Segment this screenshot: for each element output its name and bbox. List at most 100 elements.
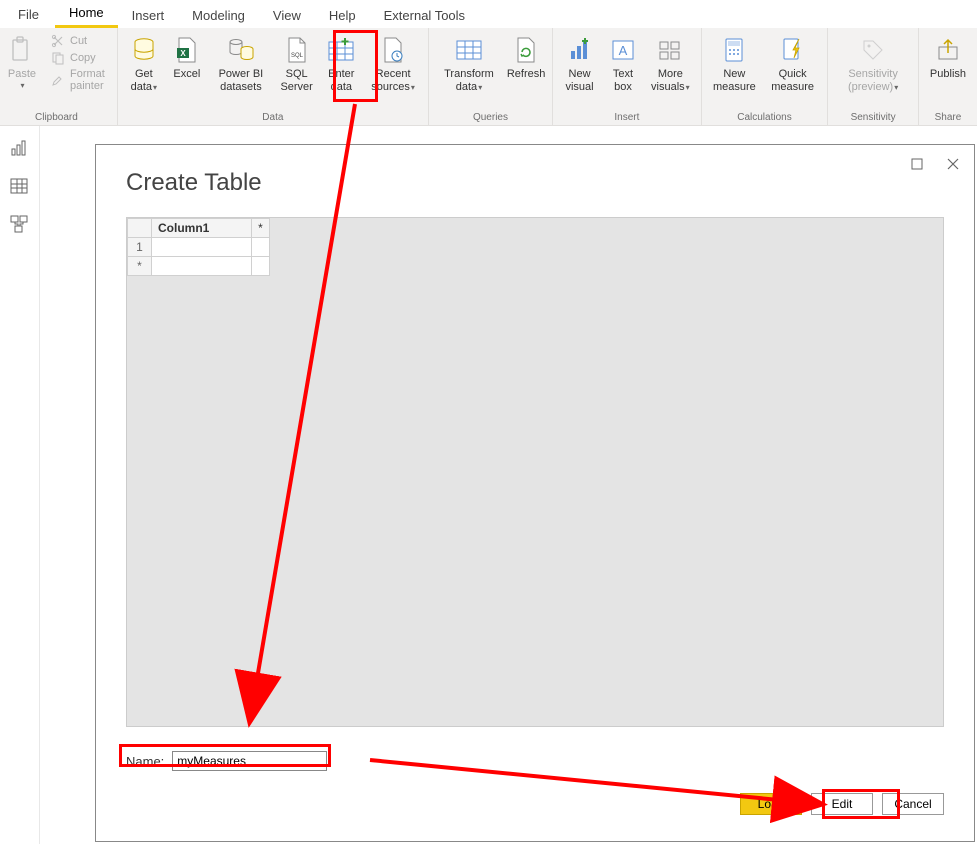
- group-share: Publish Share: [919, 28, 977, 125]
- format-painter-button[interactable]: Format painter: [47, 67, 109, 93]
- table-name-input[interactable]: [172, 751, 327, 771]
- group-label-share: Share: [935, 112, 962, 123]
- copy-label: Copy: [70, 52, 96, 64]
- ribbon-tabs: File Home Insert Modeling View Help Exte…: [0, 0, 977, 28]
- calculator-icon: [718, 34, 750, 66]
- quick-measure-button[interactable]: Quick measure: [764, 30, 821, 93]
- close-button[interactable]: [940, 153, 966, 175]
- group-label-queries: Queries: [473, 112, 508, 123]
- quick-measure-label: Quick measure: [769, 68, 816, 93]
- publish-label: Publish: [930, 68, 966, 81]
- add-row-cell[interactable]: *: [128, 257, 152, 276]
- edit-button[interactable]: Edit: [811, 793, 873, 815]
- format-painter-label: Format painter: [70, 68, 105, 92]
- refresh-icon: [510, 34, 542, 66]
- svg-text:X: X: [180, 49, 186, 58]
- excel-icon: X: [171, 34, 203, 66]
- more-visuals-button[interactable]: More visuals ▾: [646, 30, 695, 93]
- enter-data-button[interactable]: Enter data: [321, 30, 361, 93]
- more-visuals-icon: [654, 34, 686, 66]
- sql-label: SQL Server: [280, 68, 313, 93]
- powerbi-datasets-label: Power BI datasets: [215, 68, 267, 93]
- dataset-icon: [225, 34, 257, 66]
- chevron-down-icon: ▾: [478, 83, 482, 92]
- chart-icon: [564, 34, 596, 66]
- cell-star-1[interactable]: [152, 257, 252, 276]
- excel-label: Excel: [173, 68, 200, 81]
- group-calculations: New measure Quick measure Calculations: [702, 28, 829, 125]
- new-measure-button[interactable]: New measure: [708, 30, 761, 93]
- paste-label: Paste: [8, 68, 36, 81]
- sql-server-button[interactable]: SQL SQL Server: [275, 30, 318, 93]
- cell-star-star[interactable]: [252, 257, 270, 276]
- svg-text:A: A: [619, 43, 628, 58]
- get-data-label: Get data: [131, 68, 153, 93]
- dialog-title: Create Table: [126, 169, 262, 197]
- group-sensitivity: Sensitivity (preview) ▾ Sensitivity: [828, 28, 919, 125]
- group-label-clipboard: Clipboard: [35, 112, 78, 123]
- excel-button[interactable]: X Excel: [167, 30, 207, 81]
- maximize-button[interactable]: [904, 153, 930, 175]
- corner-cell: [128, 219, 152, 238]
- load-button[interactable]: Load: [740, 793, 802, 815]
- copy-icon: [51, 51, 65, 65]
- add-column-cell[interactable]: *: [252, 219, 270, 238]
- transform-label: Transform data: [444, 68, 494, 93]
- recent-sources-button[interactable]: Recent sources ▾: [364, 30, 422, 93]
- cut-button[interactable]: Cut: [47, 33, 109, 49]
- refresh-label: Refresh: [507, 68, 546, 81]
- new-measure-label: New measure: [713, 68, 756, 93]
- powerbi-datasets-button[interactable]: Power BI datasets: [210, 30, 272, 93]
- textbox-icon: A: [607, 34, 639, 66]
- tab-insert[interactable]: Insert: [118, 2, 179, 28]
- group-label-insert: Insert: [614, 112, 639, 123]
- transform-icon: [453, 34, 485, 66]
- sensitivity-button[interactable]: Sensitivity (preview) ▾: [834, 30, 912, 93]
- name-label: Name:: [126, 754, 164, 769]
- model-view-icon[interactable]: [9, 214, 31, 236]
- data-view-icon[interactable]: [9, 176, 31, 198]
- report-view-icon[interactable]: [9, 138, 31, 160]
- text-box-button[interactable]: A Text box: [603, 30, 643, 93]
- tab-help[interactable]: Help: [315, 2, 370, 28]
- tab-home[interactable]: Home: [55, 0, 118, 28]
- group-label-data: Data: [262, 112, 283, 123]
- brush-icon: [51, 73, 65, 87]
- data-grid-table: Column1 * 1 *: [127, 218, 270, 276]
- publish-button[interactable]: Publish: [925, 30, 971, 81]
- tab-modeling[interactable]: Modeling: [178, 2, 259, 28]
- new-visual-button[interactable]: New visual: [559, 30, 600, 93]
- chevron-down-icon: ▾: [894, 83, 898, 92]
- cancel-button[interactable]: Cancel: [882, 793, 944, 815]
- text-box-label: Text box: [608, 68, 638, 93]
- tab-external-tools[interactable]: External Tools: [370, 2, 479, 28]
- database-icon: [128, 34, 160, 66]
- chevron-down-icon: ▾: [686, 83, 690, 92]
- cell-1-1[interactable]: [152, 238, 252, 257]
- group-queries: Transform data ▾ Refresh Queries: [429, 28, 553, 125]
- svg-text:SQL: SQL: [291, 53, 304, 59]
- group-label-sensitivity: Sensitivity: [851, 112, 896, 123]
- enter-data-icon: [325, 34, 357, 66]
- group-clipboard: Paste ▾ Cut Copy Format painter Clipboar…: [0, 28, 118, 125]
- create-table-dialog: Create Table Column1 * 1 * Name: Load: [95, 144, 975, 842]
- data-grid[interactable]: Column1 * 1 *: [126, 217, 944, 727]
- transform-data-button[interactable]: Transform data ▾: [435, 30, 503, 93]
- quick-calc-icon: [777, 34, 809, 66]
- copy-button[interactable]: Copy: [47, 50, 109, 66]
- paste-icon: [6, 34, 38, 66]
- enter-data-label: Enter data: [326, 68, 356, 93]
- sql-icon: SQL: [281, 34, 313, 66]
- chevron-down-icon: ▾: [20, 81, 24, 90]
- get-data-button[interactable]: Get data ▾: [124, 30, 164, 93]
- group-data: Get data ▾ X Excel Power BI datasets SQL…: [118, 28, 429, 125]
- cut-label: Cut: [70, 35, 87, 47]
- recent-label: Recent sources: [371, 68, 410, 93]
- cell-1-star[interactable]: [252, 238, 270, 257]
- sensitivity-label: Sensitivity (preview): [848, 68, 898, 93]
- tab-file[interactable]: File: [2, 1, 55, 28]
- refresh-button[interactable]: Refresh: [506, 30, 546, 81]
- paste-button[interactable]: Paste ▾: [2, 30, 42, 90]
- tab-view[interactable]: View: [259, 2, 315, 28]
- column-header[interactable]: Column1: [152, 219, 252, 238]
